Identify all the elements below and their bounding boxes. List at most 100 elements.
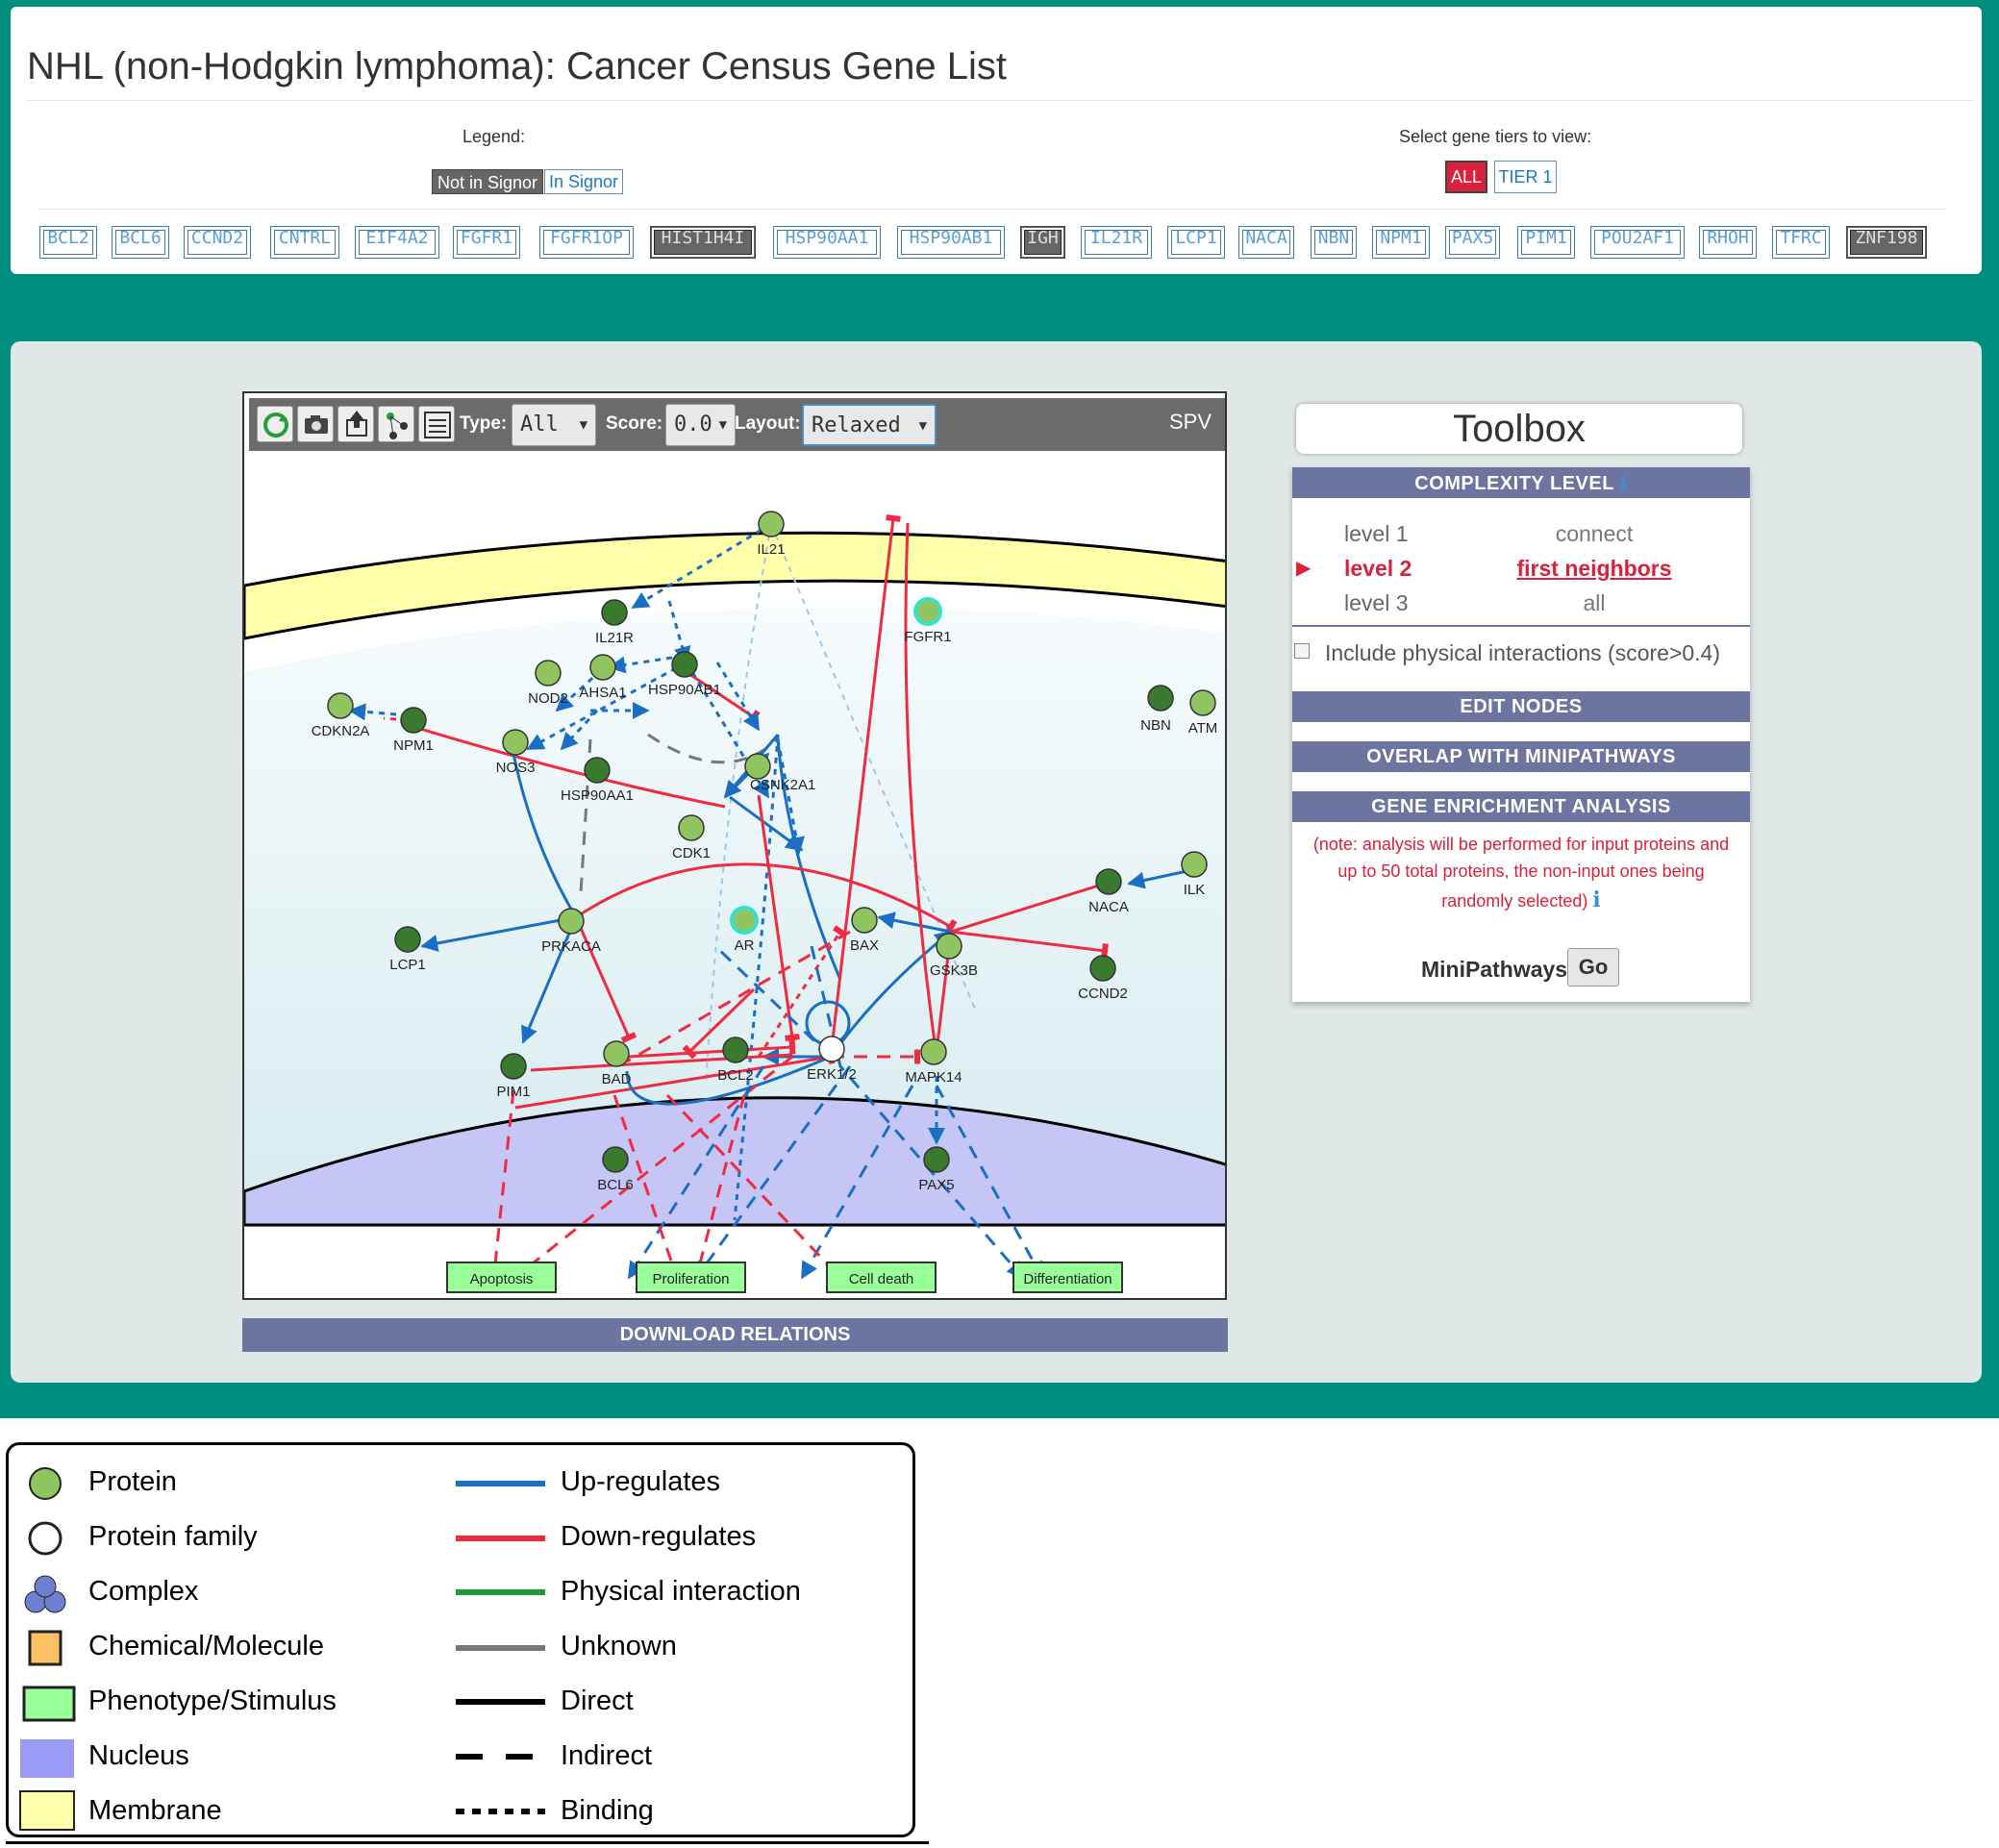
level-2-desc[interactable]: first neighbors	[1498, 556, 1690, 582]
legend-node-type-label: Protein family	[88, 1521, 258, 1552]
protein-node[interactable]	[1089, 955, 1116, 982]
protein-node[interactable]	[603, 1040, 630, 1067]
node-label: NOS3	[496, 760, 536, 776]
network-legend: Protein Protein family Complex Chemical/Mol…	[6, 1442, 915, 1837]
gene-button[interactable]: PIM1	[1517, 226, 1575, 259]
protein-node[interactable]	[920, 1038, 947, 1065]
phenotype-label: Cell death	[849, 1271, 914, 1287]
protein-node[interactable]	[602, 1146, 629, 1173]
score-select[interactable]: 0.0 ▼	[665, 404, 736, 446]
network-canvas[interactable]: IL21 IL21R FGFR1 NOD2 AHSA1 HSP90AB1 CDKN2A NPM…	[244, 393, 1227, 1300]
gene-button[interactable]: PAX5	[1445, 226, 1500, 259]
network-layout-icon[interactable]	[378, 406, 414, 442]
protein-node[interactable]	[678, 814, 705, 841]
protein-node[interactable]	[1189, 689, 1216, 716]
protein-node[interactable]	[671, 651, 698, 678]
protein-node[interactable]	[558, 908, 585, 935]
type-select[interactable]: All ▼	[512, 404, 596, 446]
protein-node[interactable]	[1095, 868, 1122, 895]
protein-node[interactable]	[589, 654, 616, 681]
level-2-option[interactable]: level 2	[1344, 556, 1412, 582]
legend-caption: Legend:	[462, 127, 526, 146]
protein-node[interactable]	[584, 757, 611, 784]
divider	[37, 209, 1947, 210]
phenotype-label: Apoptosis	[470, 1271, 534, 1287]
gene-button[interactable]: FGFR1	[453, 226, 520, 259]
gene-button[interactable]: CCND2	[184, 226, 251, 259]
gene-button[interactable]: NACA	[1238, 226, 1294, 259]
gene-button[interactable]: EIF4A2	[355, 226, 439, 259]
physical-checkbox-label[interactable]: Include physical interactions (score>0.4…	[1325, 640, 1720, 666]
protein-node[interactable]	[400, 707, 427, 734]
legend-node-type-label: Chemical/Molecule	[88, 1631, 324, 1661]
gene-enrichment-header[interactable]: GENE ENRICHMENT ANALYSIS	[1292, 791, 1750, 822]
protein-node[interactable]	[913, 597, 942, 626]
level-1-desc[interactable]: connect	[1498, 521, 1690, 547]
node-label: NPM1	[393, 737, 434, 754]
node-label: MAPK14	[905, 1069, 962, 1086]
protein-node[interactable]	[758, 511, 785, 537]
minipathways-label: MiniPathways	[1421, 957, 1568, 982]
gene-button[interactable]: NBN	[1311, 226, 1357, 259]
gene-button[interactable]: HIST1H4I	[650, 226, 756, 259]
gene-button[interactable]: POU2AF1	[1590, 226, 1685, 259]
protein-node[interactable]	[535, 660, 562, 687]
edit-nodes-header[interactable]: EDIT NODES	[1292, 691, 1750, 722]
protein-node[interactable]	[394, 926, 421, 953]
protein-node[interactable]	[851, 907, 878, 934]
gene-button[interactable]: RHOH	[1699, 226, 1757, 259]
protein-node[interactable]	[327, 692, 354, 719]
gene-button[interactable]: TFRC	[1772, 226, 1830, 259]
level-1-option[interactable]: level 1	[1344, 521, 1408, 547]
legend-node-type-label: Nucleus	[88, 1740, 189, 1771]
gene-button[interactable]: HSP90AB1	[897, 226, 1005, 259]
protein-node[interactable]	[744, 753, 771, 780]
protein-node[interactable]	[936, 933, 962, 960]
protein-node[interactable]	[722, 1036, 749, 1063]
physical-checkbox[interactable]	[1294, 643, 1310, 659]
network-viewer[interactable]: IL21 IL21R FGFR1 NOD2 AHSA1 HSP90AB1 CDKN2A NPM…	[242, 391, 1227, 1300]
gene-button[interactable]: ZNF198	[1846, 226, 1927, 259]
tier-all-button[interactable]: ALL	[1445, 161, 1487, 193]
refresh-icon[interactable]	[257, 406, 293, 442]
gene-button[interactable]: BCL2	[39, 226, 97, 259]
gene-button[interactable]: HSP90AA1	[773, 226, 881, 259]
legend-edge-type-label: Binding	[561, 1795, 654, 1826]
gene-button[interactable]: IGH	[1020, 226, 1065, 259]
phenotype-label: Proliferation	[652, 1271, 729, 1287]
chemical-symbol	[28, 1630, 62, 1666]
gene-button[interactable]: IL21R	[1081, 226, 1152, 259]
info-icon[interactable]: i	[1620, 471, 1628, 494]
protein-node[interactable]	[1147, 685, 1174, 712]
protein-node[interactable]	[1181, 851, 1208, 878]
enrichment-note-1: (note: analysis will be performed for in…	[1312, 835, 1730, 854]
overlap-minipathways-header[interactable]: OVERLAP WITH MINIPATHWAYS	[1292, 741, 1750, 772]
complexity-level-header[interactable]: COMPLEXITY LEVEL i	[1292, 467, 1750, 498]
go-button[interactable]: Go	[1567, 948, 1619, 986]
legend-edge-type-label: Indirect	[561, 1740, 653, 1771]
protein-node[interactable]	[730, 906, 759, 935]
camera-icon[interactable]	[297, 406, 334, 442]
toggle-icon[interactable]	[418, 406, 455, 442]
gene-button[interactable]: CNTRL	[270, 226, 339, 259]
node-label: HSP90AB1	[648, 682, 721, 698]
legend-node-type-label: Membrane	[88, 1795, 222, 1826]
protein-node[interactable]	[601, 599, 628, 626]
gene-button[interactable]: NPM1	[1372, 226, 1430, 259]
protein-node[interactable]	[502, 729, 529, 756]
node-label: CDKN2A	[312, 723, 370, 739]
legend-node-type-label: Protein	[88, 1466, 177, 1497]
protein-node[interactable]	[500, 1053, 527, 1080]
info-icon[interactable]: i	[1592, 887, 1600, 912]
protein-node[interactable]	[818, 1036, 845, 1062]
protein-node[interactable]	[923, 1146, 950, 1173]
gene-button[interactable]: FGFR1OP	[539, 226, 634, 259]
download-relations-button[interactable]: DOWNLOAD RELATIONS	[242, 1318, 1228, 1352]
export-icon[interactable]	[337, 406, 374, 442]
level-3-option[interactable]: level 3	[1344, 590, 1408, 616]
tier-1-button[interactable]: TIER 1	[1494, 161, 1557, 193]
gene-button[interactable]: BCL6	[112, 226, 169, 259]
layout-select[interactable]: Relaxed ▼	[802, 404, 937, 446]
level-3-desc[interactable]: all	[1498, 590, 1690, 616]
gene-button[interactable]: LCP1	[1167, 226, 1225, 259]
